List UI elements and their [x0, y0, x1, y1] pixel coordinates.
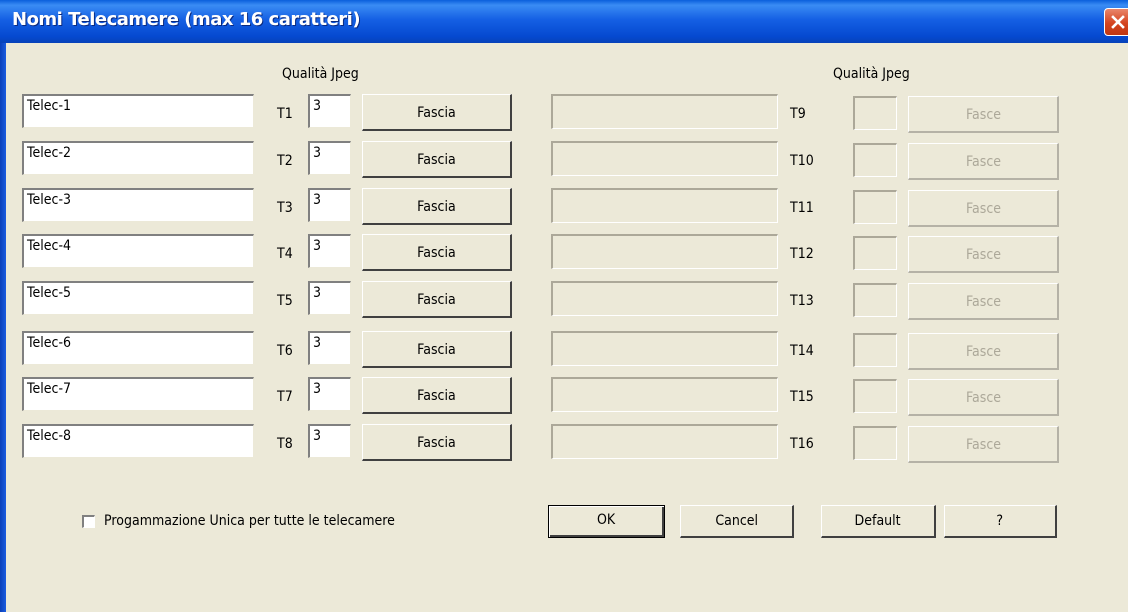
camera-tag-2: T2: [277, 153, 293, 169]
camera-tag-16: T16: [790, 436, 814, 452]
camera-tag-12: T12: [790, 246, 814, 262]
camera-name-input-16[interactable]: [551, 424, 778, 459]
camera-tag-10: T10: [790, 153, 814, 169]
single-program-checkbox[interactable]: [82, 515, 95, 528]
camera-name-input-5[interactable]: Telec-5: [22, 281, 254, 315]
camera-name-input-15[interactable]: [551, 377, 778, 412]
jpeg-quality-input-4[interactable]: 3: [308, 234, 351, 268]
camera-name-input-13[interactable]: [551, 281, 778, 316]
camera-tag-13: T13: [790, 293, 814, 309]
jpeg-quality-input-16[interactable]: [853, 426, 897, 460]
title-bar[interactable]: Nomi Telecamere (max 16 caratteri): [0, 0, 1128, 43]
quality-header-right: Qualità Jpeg: [833, 66, 910, 82]
jpeg-quality-input-8[interactable]: 3: [308, 424, 351, 458]
camera-tag-11: T11: [790, 200, 814, 216]
quality-header-left: Qualità Jpeg: [282, 66, 359, 82]
jpeg-quality-input-13[interactable]: [853, 283, 897, 317]
camera-tag-8: T8: [277, 436, 293, 452]
jpeg-quality-input-14[interactable]: [853, 333, 897, 367]
cancel-button[interactable]: Cancel: [680, 505, 794, 538]
camera-tag-15: T15: [790, 389, 814, 405]
jpeg-quality-input-15[interactable]: [853, 379, 897, 413]
close-icon: [1111, 15, 1125, 29]
jpeg-quality-input-10[interactable]: [853, 143, 897, 177]
dialog-window: Nomi Telecamere (max 16 caratteri) Quali…: [0, 0, 1128, 612]
jpeg-quality-input-11[interactable]: [853, 190, 897, 224]
fascia-button-1[interactable]: Fascia: [362, 94, 512, 131]
camera-tag-4: T4: [277, 246, 293, 262]
camera-name-input-11[interactable]: [551, 188, 778, 223]
fasce-button-9[interactable]: Fasce: [908, 96, 1059, 133]
fascia-button-3[interactable]: Fascia: [362, 188, 512, 225]
help-button[interactable]: ?: [944, 505, 1057, 538]
camera-name-input-6[interactable]: Telec-6: [22, 331, 254, 365]
ok-button[interactable]: OK: [548, 505, 665, 538]
fasce-button-15[interactable]: Fasce: [908, 379, 1059, 416]
camera-tag-9: T9: [790, 106, 806, 122]
camera-tag-6: T6: [277, 343, 293, 359]
jpeg-quality-input-1[interactable]: 3: [308, 94, 351, 128]
single-program-label: Progammazione Unica per tutte le telecam…: [104, 513, 395, 529]
window-title: Nomi Telecamere (max 16 caratteri): [12, 9, 361, 30]
fascia-button-2[interactable]: Fascia: [362, 141, 512, 178]
camera-tag-1: T1: [277, 106, 293, 122]
camera-name-input-3[interactable]: Telec-3: [22, 188, 254, 222]
camera-name-input-14[interactable]: [551, 331, 778, 366]
jpeg-quality-input-5[interactable]: 3: [308, 281, 351, 315]
jpeg-quality-input-6[interactable]: 3: [308, 331, 351, 365]
fascia-button-8[interactable]: Fascia: [362, 424, 512, 461]
jpeg-quality-input-3[interactable]: 3: [308, 188, 351, 222]
camera-tag-3: T3: [277, 200, 293, 216]
camera-name-input-7[interactable]: Telec-7: [22, 377, 254, 411]
default-button[interactable]: Default: [821, 505, 936, 538]
camera-tag-14: T14: [790, 343, 814, 359]
fascia-button-7[interactable]: Fascia: [362, 377, 512, 414]
fasce-button-13[interactable]: Fasce: [908, 283, 1059, 320]
jpeg-quality-input-7[interactable]: 3: [308, 377, 351, 411]
fascia-button-4[interactable]: Fascia: [362, 234, 512, 271]
fasce-button-10[interactable]: Fasce: [908, 143, 1059, 180]
jpeg-quality-input-2[interactable]: 3: [308, 141, 351, 175]
window-frame-left: [0, 43, 6, 612]
fasce-button-14[interactable]: Fasce: [908, 333, 1059, 370]
jpeg-quality-input-12[interactable]: [853, 236, 897, 270]
fasce-button-16[interactable]: Fasce: [908, 426, 1059, 463]
fascia-button-6[interactable]: Fascia: [362, 331, 512, 368]
camera-name-input-1[interactable]: Telec-1: [22, 94, 254, 128]
camera-name-input-4[interactable]: Telec-4: [22, 234, 254, 268]
fasce-button-11[interactable]: Fasce: [908, 190, 1059, 227]
camera-name-input-9[interactable]: [551, 94, 778, 129]
camera-name-input-8[interactable]: Telec-8: [22, 424, 254, 458]
close-button[interactable]: [1104, 8, 1128, 36]
camera-name-input-10[interactable]: [551, 141, 778, 176]
camera-name-input-2[interactable]: Telec-2: [22, 141, 254, 175]
camera-tag-5: T5: [277, 293, 293, 309]
camera-name-input-12[interactable]: [551, 234, 778, 269]
fasce-button-12[interactable]: Fasce: [908, 236, 1059, 273]
jpeg-quality-input-9[interactable]: [853, 96, 897, 130]
camera-tag-7: T7: [277, 389, 293, 405]
fascia-button-5[interactable]: Fascia: [362, 281, 512, 318]
